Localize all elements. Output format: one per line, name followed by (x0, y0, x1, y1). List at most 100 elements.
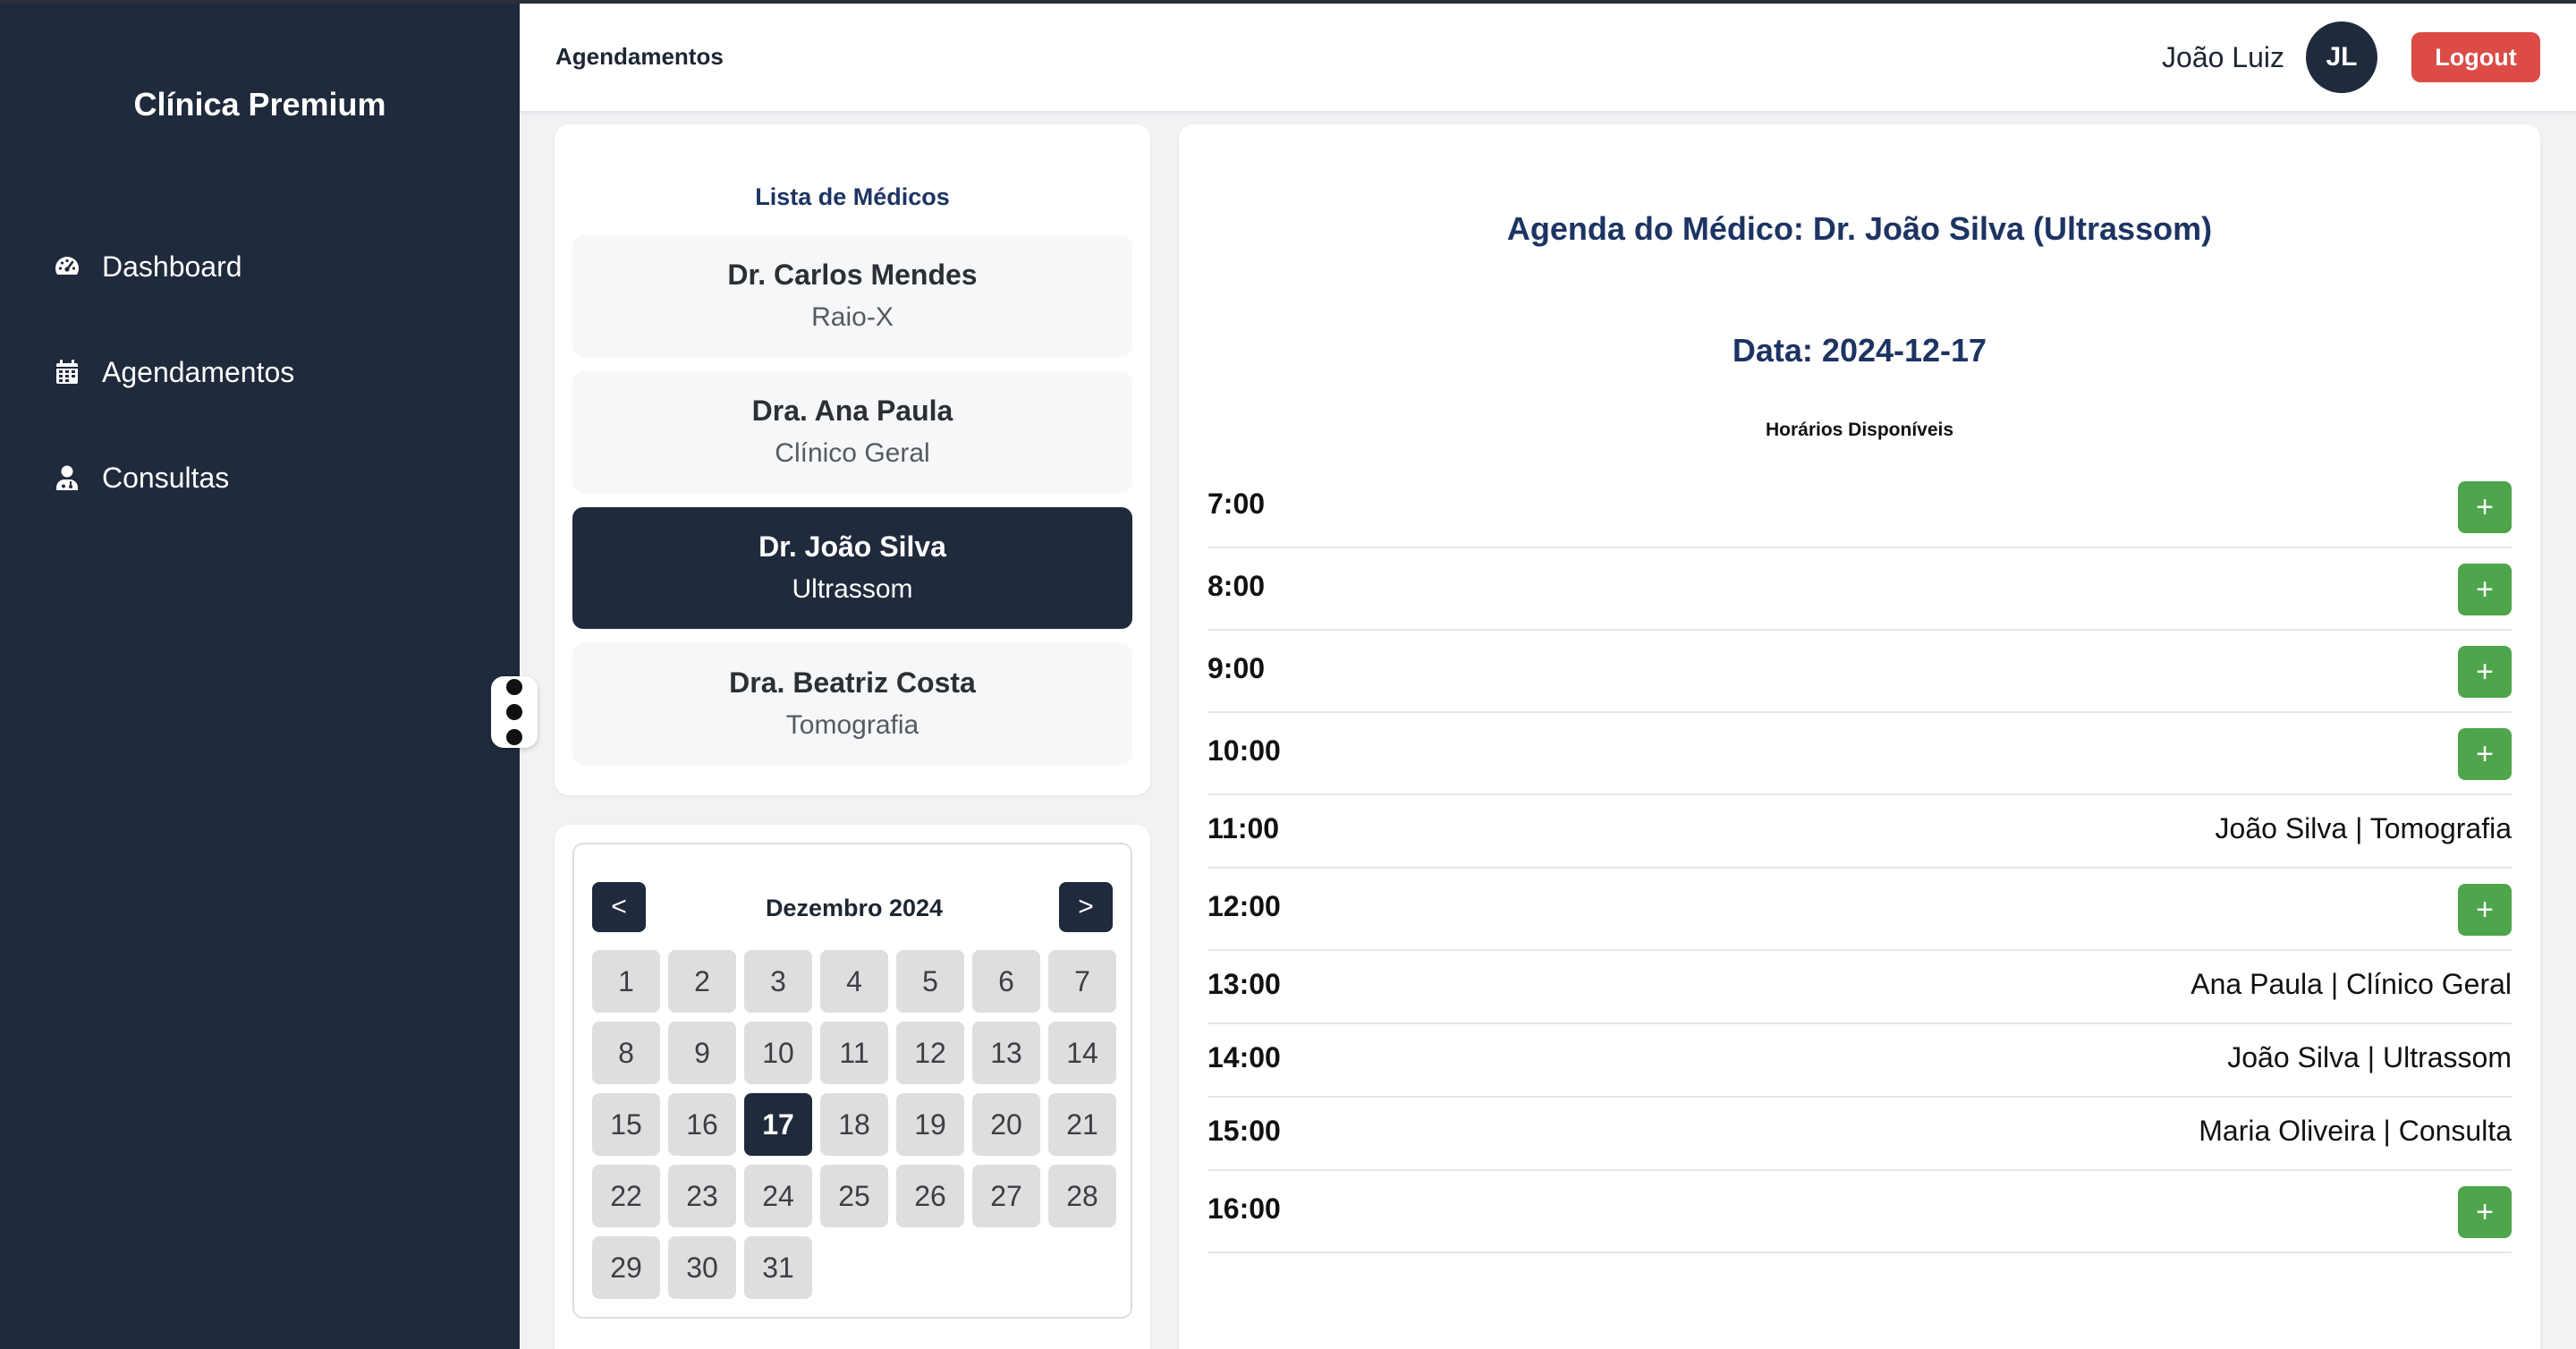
time-slot-row: 10:00 + (1208, 713, 2512, 795)
calendar-day[interactable]: 14 (1048, 1022, 1116, 1084)
sidebar-item-consultas[interactable]: Consultas (52, 451, 229, 505)
slot-time: 10:00 (1208, 734, 1281, 767)
time-slot-row: 14:00 João Silva | Ultrassom (1208, 1024, 2512, 1098)
slot-time: 14:00 (1208, 1041, 1281, 1073)
add-appointment-button[interactable]: + (2458, 481, 2512, 533)
dot-icon (506, 704, 522, 720)
calendar-day[interactable]: 21 (1048, 1093, 1116, 1156)
dot-icon (506, 729, 522, 745)
calendar-day[interactable]: 5 (896, 950, 964, 1013)
sidebar-item-label: Dashboard (102, 250, 242, 283)
doctor-name: Dr. Carlos Mendes (727, 259, 978, 291)
sidebar: Clínica Premium Dashboard Agendamentos C… (0, 0, 520, 1349)
logout-button[interactable]: Logout (2411, 32, 2540, 82)
calendar-day[interactable]: 1 (592, 950, 660, 1013)
calendar-day[interactable]: 8 (592, 1022, 660, 1084)
doctor-item-selected[interactable]: Dr. João Silva Ultrassom (572, 507, 1132, 629)
slot-time: 16:00 (1208, 1192, 1281, 1225)
time-slot-row: 7:00 + (1208, 466, 2512, 548)
doctor-name: Dra. Beatriz Costa (729, 666, 976, 699)
calendar-day[interactable]: 18 (820, 1093, 888, 1156)
top-header: Agendamentos João Luiz JL Logout (520, 4, 2576, 111)
add-appointment-button[interactable]: + (2458, 728, 2512, 780)
slot-booking: Ana Paula | Clínico Geral (2190, 968, 2512, 1000)
calendar-day[interactable]: 27 (972, 1165, 1040, 1227)
slot-time: 12:00 (1208, 890, 1281, 922)
calendar-day[interactable]: 9 (668, 1022, 736, 1084)
add-appointment-button[interactable]: + (2458, 646, 2512, 698)
calendar-day[interactable]: 3 (744, 950, 812, 1013)
agenda-date: Data: 2024-12-17 (1732, 332, 1987, 369)
calendar-day[interactable]: 16 (668, 1093, 736, 1156)
slot-time: 9:00 (1208, 652, 1266, 684)
calendar-day[interactable]: 20 (972, 1093, 1040, 1156)
doctor-item[interactable]: Dr. Carlos Mendes Raio-X (572, 235, 1132, 357)
calendar: < Dezembro 2024 > 1 2 3 4 5 6 7 8 9 10 11 12 13 14 15 1… (572, 843, 1132, 1319)
doctor-list-title: Lista de Médicos (755, 183, 950, 210)
calendar-day[interactable]: 19 (896, 1093, 964, 1156)
avatar[interactable]: JL (2306, 21, 2377, 93)
sidebar-item-label: Consultas (102, 461, 230, 494)
dot-icon (506, 679, 522, 695)
calendar-day[interactable]: 7 (1048, 950, 1116, 1013)
slot-time: 7:00 (1208, 488, 1266, 520)
doctor-specialty: Raio-X (811, 302, 894, 332)
add-appointment-button[interactable]: + (2458, 1186, 2512, 1238)
calendar-day[interactable]: 10 (744, 1022, 812, 1084)
add-appointment-button[interactable]: + (2458, 564, 2512, 615)
agenda-title: Agenda do Médico: Dr. João Silva (Ultras… (1506, 210, 2213, 247)
doctor-item[interactable]: Dra. Beatriz Costa Tomografia (572, 643, 1132, 765)
calendar-day[interactable]: 30 (668, 1236, 736, 1299)
app-root: Clínica Premium Dashboard Agendamentos C… (0, 0, 2576, 1349)
slot-booking: João Silva | Tomografia (2215, 812, 2512, 844)
calendar-day[interactable]: 28 (1048, 1165, 1116, 1227)
add-appointment-button[interactable]: + (2458, 884, 2512, 936)
slot-booking: Maria Oliveira | Consulta (2199, 1115, 2512, 1147)
window-top-border (0, 0, 2576, 4)
doctor-list-card: Lista de Médicos Dr. Carlos Mendes Raio-… (555, 124, 1150, 795)
next-month-button[interactable]: > (1059, 882, 1113, 932)
doctor-specialty: Clínico Geral (775, 438, 930, 468)
time-slot-row: 9:00 + (1208, 631, 2512, 713)
calendar-day[interactable]: 29 (592, 1236, 660, 1299)
doctor-name: Dr. João Silva (758, 530, 946, 563)
agenda-subtitle: Horários Disponíveis (1765, 420, 1954, 440)
brand-title: Clínica Premium (133, 86, 386, 123)
calendar-day[interactable]: 13 (972, 1022, 1040, 1084)
sidebar-item-label: Agendamentos (102, 355, 295, 388)
sidebar-toggle-handle[interactable] (491, 676, 538, 748)
calendar-day[interactable]: 26 (896, 1165, 964, 1227)
calendar-day[interactable]: 4 (820, 950, 888, 1013)
gauge-icon (52, 251, 82, 282)
sidebar-item-dashboard[interactable]: Dashboard (52, 240, 242, 293)
doctor-icon (52, 462, 82, 493)
time-slot-row: 16:00 + (1208, 1171, 2512, 1253)
calendar-day[interactable]: 2 (668, 950, 736, 1013)
calendar-day[interactable]: 11 (820, 1022, 888, 1084)
doctor-specialty: Tomografia (785, 710, 919, 740)
slot-time: 13:00 (1208, 968, 1281, 1000)
calendar-day[interactable]: 23 (668, 1165, 736, 1227)
slot-time: 8:00 (1208, 570, 1266, 602)
calendar-day[interactable]: 15 (592, 1093, 660, 1156)
calendar-day-selected[interactable]: 17 (744, 1093, 812, 1156)
calendar-day[interactable]: 31 (744, 1236, 812, 1299)
doctor-item[interactable]: Dra. Ana Paula Clínico Geral (572, 371, 1132, 493)
calendar-day[interactable]: 24 (744, 1165, 812, 1227)
calendar-day[interactable]: 12 (896, 1022, 964, 1084)
user-name: João Luiz (2162, 41, 2284, 73)
time-slot-row: 12:00 + (1208, 869, 2512, 951)
calendar-day[interactable]: 22 (592, 1165, 660, 1227)
doctor-specialty: Ultrassom (792, 574, 913, 604)
slot-booking: João Silva | Ultrassom (2227, 1041, 2512, 1073)
time-slot-row: 15:00 Maria Oliveira | Consulta (1208, 1098, 2512, 1171)
agenda-card: Agenda do Médico: Dr. João Silva (Ultras… (1179, 124, 2540, 1349)
sidebar-item-agendamentos[interactable]: Agendamentos (52, 345, 294, 399)
calendar-icon (52, 357, 82, 387)
time-slot-row: 8:00 + (1208, 548, 2512, 631)
time-slot-row: 11:00 João Silva | Tomografia (1208, 795, 2512, 869)
slot-time: 15:00 (1208, 1115, 1281, 1147)
calendar-card: < Dezembro 2024 > 1 2 3 4 5 6 7 8 9 10 11 12 13 14 15 1… (555, 825, 1150, 1349)
calendar-day[interactable]: 6 (972, 950, 1040, 1013)
calendar-day[interactable]: 25 (820, 1165, 888, 1227)
